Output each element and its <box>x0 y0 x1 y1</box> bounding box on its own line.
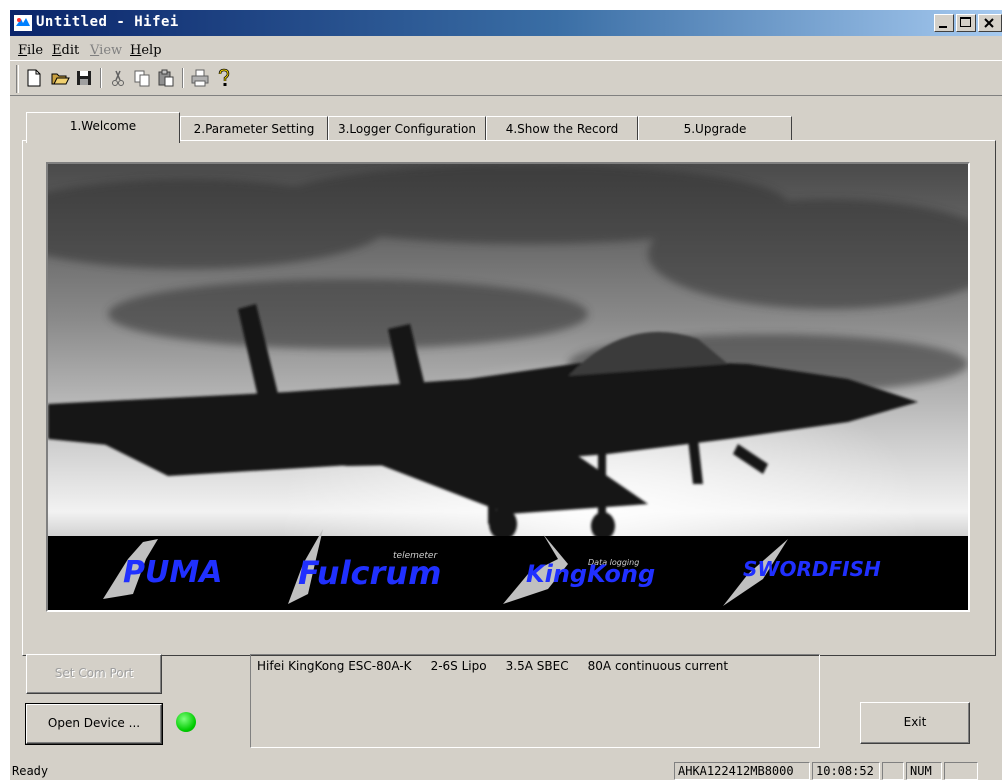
status-pane-empty <box>944 762 978 780</box>
paste-icon[interactable] <box>156 68 176 88</box>
brand-puma: PUMA <box>123 555 222 590</box>
set-com-port-button[interactable]: Set Com Port <box>26 654 162 694</box>
tab-parameter-setting[interactable]: 2.Parameter Setting <box>180 116 328 142</box>
status-bar: Ready AHKA122412MB8000 10:08:52 NUM <box>10 760 1002 780</box>
help-icon[interactable] <box>214 68 234 88</box>
tab-label: 1.Welcome <box>69 119 137 133</box>
print-icon[interactable] <box>190 68 210 88</box>
status-time: 10:08:52 <box>812 762 880 780</box>
tab-label: 3.Logger Configuration <box>337 122 476 136</box>
menu-file[interactable]: File <box>18 43 43 58</box>
tab-show-the-record[interactable]: 4.Show the Record <box>486 116 638 142</box>
main-window: File Edit View Help 1.Welcome 2.Paramete… <box>10 36 1002 780</box>
toolbar-separator <box>100 68 102 88</box>
brand-swordfish: SWORDFISH <box>743 557 881 581</box>
tab-label: 2.Parameter Setting <box>193 122 315 136</box>
toolbar-grip[interactable] <box>16 65 19 93</box>
menu-edit[interactable]: Edit <box>52 43 79 58</box>
new-file-icon[interactable] <box>24 68 44 88</box>
status-text: Ready <box>12 764 49 778</box>
menu-help[interactable]: Help <box>130 43 162 58</box>
brand-fulcrum: Fulcrum <box>298 554 441 592</box>
save-icon[interactable] <box>74 68 94 88</box>
device-info-box: Hifei KingKong ESC-80A-K 2-6S Lipo 3.5A … <box>250 654 820 748</box>
device-info-text: Hifei KingKong ESC-80A-K 2-6S Lipo 3.5A … <box>257 659 729 673</box>
status-pane-empty <box>882 762 904 780</box>
brand-kingkong: KingKong <box>526 560 655 588</box>
welcome-banner-image: PUMA telemeter Fulcrum Data logging King… <box>46 162 970 612</box>
copy-icon[interactable] <box>132 68 152 88</box>
window-title: Untitled - Hifei <box>36 14 179 30</box>
toolbar <box>10 60 1002 96</box>
status-serial: AHKA122412MB8000 <box>674 762 810 780</box>
tab-upgrade[interactable]: 5.Upgrade <box>638 116 792 142</box>
open-device-button[interactable]: Open Device ... <box>25 703 163 745</box>
connection-status-led <box>176 712 196 732</box>
close-button[interactable] <box>978 14 1002 32</box>
tab-label: 5.Upgrade <box>683 122 747 136</box>
status-num: NUM <box>906 762 942 780</box>
maximize-button[interactable] <box>956 14 976 32</box>
cut-icon[interactable] <box>108 68 128 88</box>
tab-logger-configuration[interactable]: 3.Logger Configuration <box>328 116 486 142</box>
minimize-button[interactable] <box>934 14 954 32</box>
app-icon <box>14 15 32 31</box>
menu-bar: File Edit View Help <box>10 40 1002 60</box>
open-folder-icon[interactable] <box>50 68 70 88</box>
tab-welcome[interactable]: 1.Welcome <box>26 112 180 143</box>
exit-button[interactable]: Exit <box>860 702 970 744</box>
tab-label: 4.Show the Record <box>505 122 619 136</box>
menu-view[interactable]: View <box>90 43 122 58</box>
toolbar-separator <box>182 68 184 88</box>
title-bar[interactable]: Untitled - Hifei <box>10 10 1002 36</box>
